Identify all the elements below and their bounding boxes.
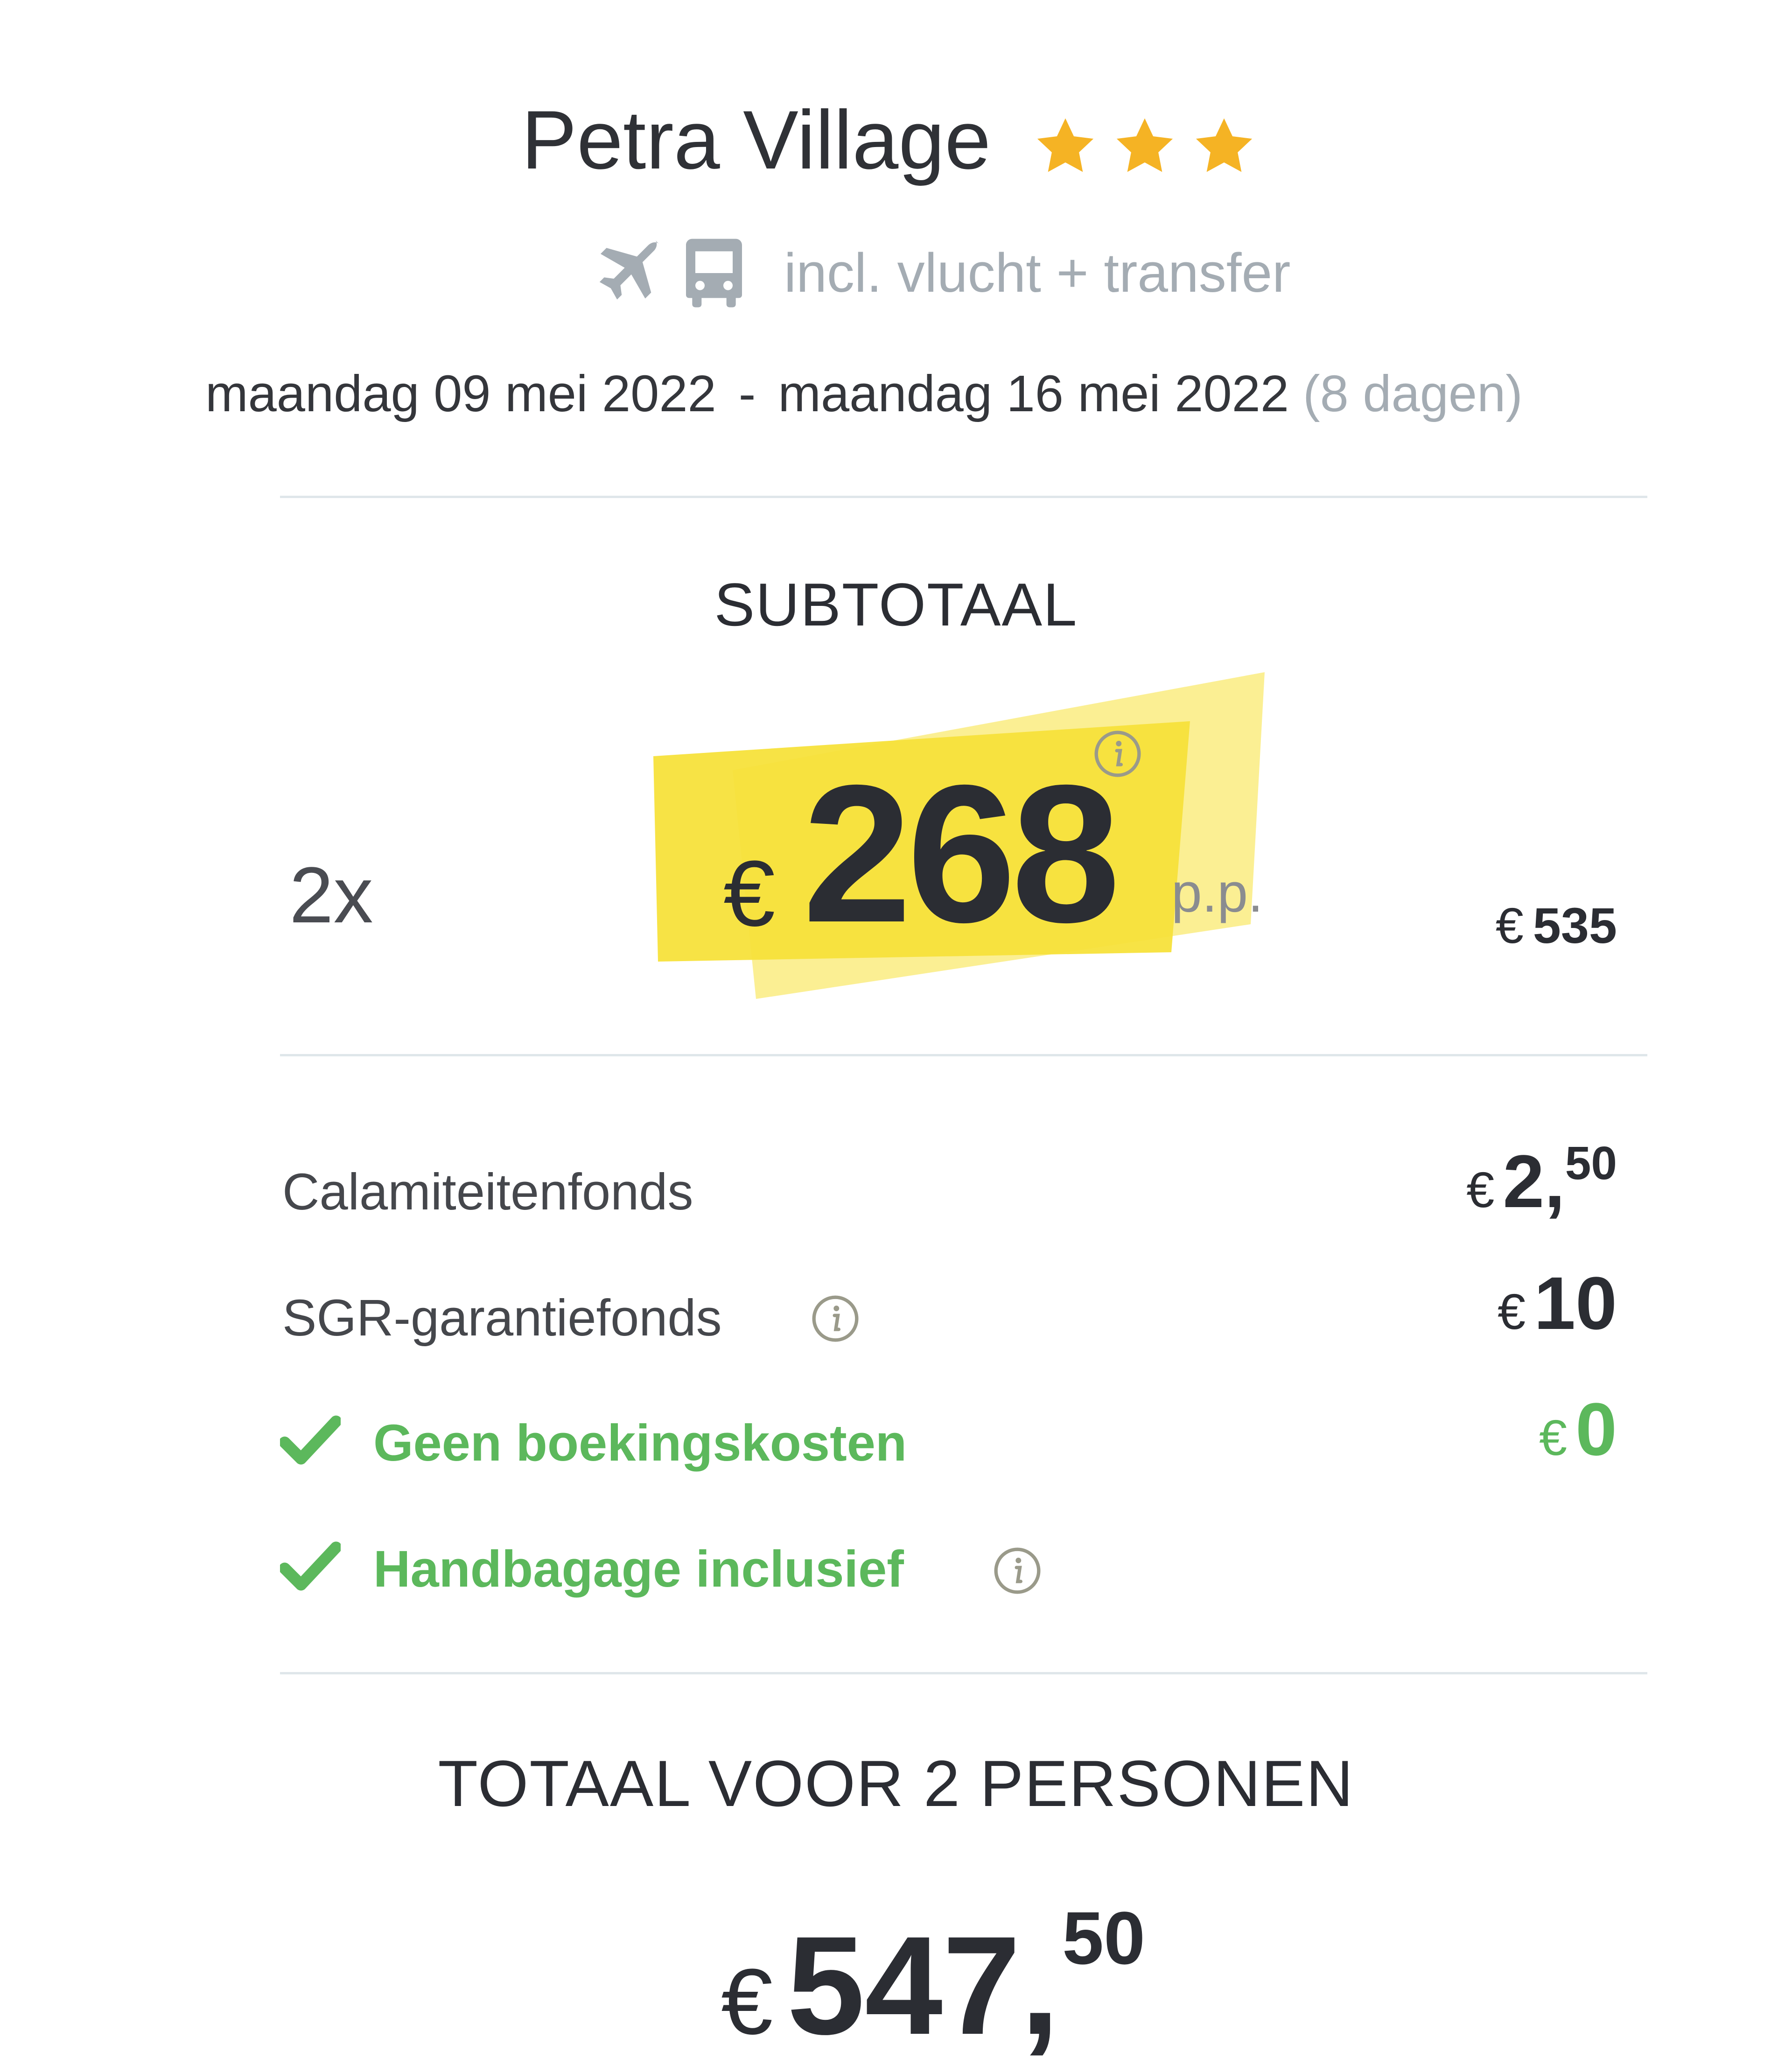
subtotal-currency: € [1495, 897, 1524, 954]
cost-value-sgr-garantiefonds: €10 [1498, 1260, 1617, 1346]
bus-icon [686, 239, 742, 308]
travel-dates: maandag 09 mei 2022- maandag 16 mei 2022(… [205, 364, 1699, 423]
sgr-info-icon[interactable] [810, 1293, 861, 1344]
check-icon [280, 1415, 341, 1465]
cost-value-calamiteitenfonds: €2,50 [1466, 1137, 1617, 1224]
price-currency: € [723, 842, 776, 946]
date-separator: - [738, 365, 756, 422]
cost-value-boekingskosten: €0 [1539, 1386, 1617, 1472]
cost-label-calamiteitenfonds: Calamiteitenfonds [282, 1163, 693, 1221]
total-cents: 50 [1062, 1896, 1146, 1980]
start-date: maandag 09 mei 2022 [205, 365, 716, 422]
subtotal-amount: €535 [1496, 896, 1617, 955]
subtotal-heading: SUBTOTAAL [714, 570, 1078, 639]
hotel-name: Petra Village [521, 93, 991, 186]
total-heading: TOTAAL VOOR 2 PERSONEN [438, 1747, 1354, 1820]
traveler-quantity: 2x [289, 851, 373, 940]
star-icon [1037, 118, 1093, 172]
total-whole: 547, [787, 1907, 1060, 2064]
total-currency: € [721, 1950, 773, 2054]
cost-label-handbagage-inclusief: Handbagage inclusief [373, 1540, 904, 1598]
star-rating [1033, 88, 1271, 191]
amount-whole: 10 [1534, 1261, 1617, 1345]
divider [280, 1672, 1647, 1674]
price-per-person: 268 [803, 745, 1120, 963]
amount-whole: 0 [1575, 1387, 1617, 1471]
amount-whole: 2, [1503, 1139, 1565, 1223]
currency-symbol: € [1466, 1161, 1495, 1218]
subtotal-value: 535 [1533, 897, 1617, 954]
cost-label-sgr-garantiefonds: SGR-garantiefonds [282, 1289, 722, 1347]
trip-duration: (8 dagen) [1303, 365, 1523, 422]
hotel-title: Petra Village [0, 89, 1792, 191]
cost-label-geen-boekingskosten: Geen boekingskosten [373, 1414, 907, 1472]
currency-symbol: € [1539, 1409, 1568, 1466]
currency-symbol: € [1497, 1283, 1526, 1340]
includes-row: incl. vlucht + transfer [588, 233, 1290, 313]
per-person-label: p.p. [1171, 862, 1263, 924]
star-icon [1196, 118, 1252, 172]
handbagage-info-icon[interactable] [992, 1545, 1043, 1596]
grand-total: €547,50 [721, 1895, 1145, 2066]
end-date: maandag 16 mei 2022 [778, 365, 1289, 422]
star-icon [1116, 118, 1173, 172]
check-icon [280, 1541, 341, 1591]
plane-icon [599, 240, 659, 300]
divider [280, 496, 1647, 498]
divider [280, 1054, 1647, 1056]
includes-text: incl. vlucht + transfer [784, 242, 1291, 304]
amount-cents: 50 [1565, 1137, 1617, 1189]
